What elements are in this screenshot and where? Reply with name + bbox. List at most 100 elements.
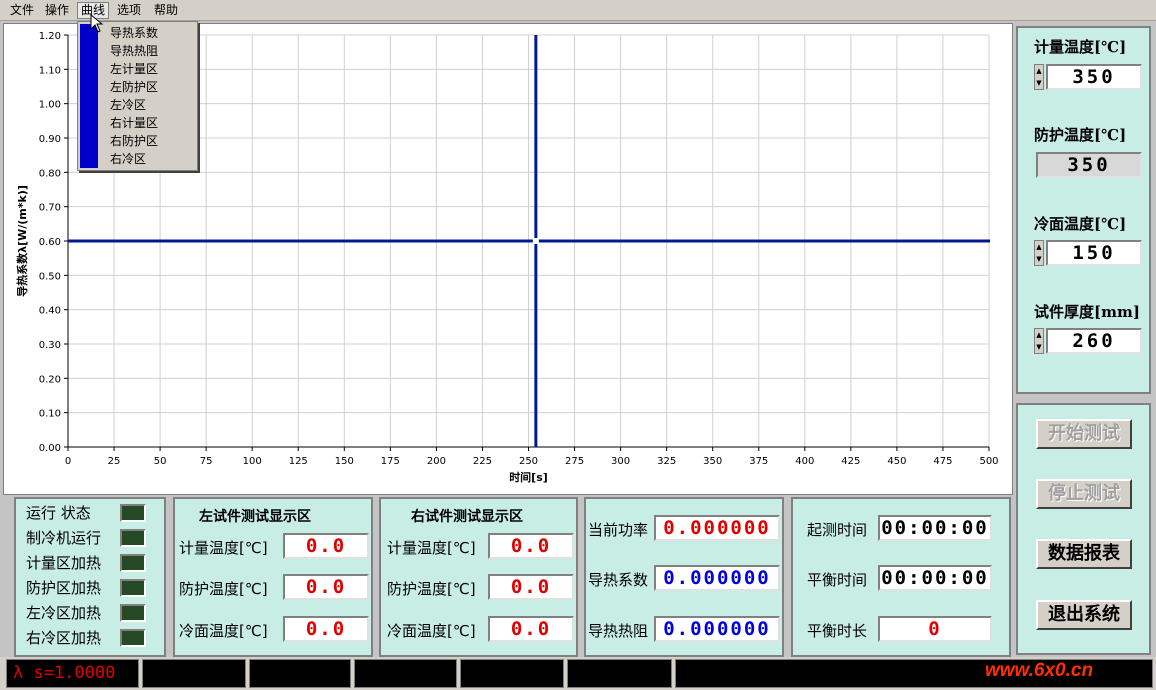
conductivity-value: 0.000000 [654,565,780,591]
conductivity-label: 导热系数 [588,571,649,589]
guard-temp-label: 防护温度[℃] [1034,126,1127,144]
x-tick-label: 400 [795,456,814,467]
left-guard-temp-label: 防护温度[℃] [179,580,268,598]
y-tick-label: 0.50 [39,271,61,282]
y-tick-label: 0.70 [39,203,61,214]
x-tick-label: 325 [657,456,676,467]
right-meter-temp-value: 0.0 [488,533,574,559]
y-tick-label: 0.60 [39,237,61,248]
right-meter-temp-label: 计量温度[℃] [387,539,476,557]
y-tick-label: 1.00 [39,100,61,111]
y-tick-label: 0.20 [39,374,61,385]
chiller-label: 制冷机运行 [26,529,102,547]
exit-system-button[interactable]: 退出系统 [1036,600,1132,630]
curve-item-left-meter[interactable]: 左计量区 [110,60,158,78]
right-guard-temp-value: 0.0 [488,574,574,600]
y-tick-label: 1.20 [39,31,61,42]
left-cold-temp-label: 冷面温度[℃] [179,622,268,640]
watermark: www.6x0.cn [985,660,1094,681]
right-sample-title: 右试件测试显示区 [411,509,523,525]
balance-duration-label: 平衡时长 [807,622,868,640]
status-bar: λ s=1.0000 [0,657,1156,690]
balance-duration-value: 0 [878,616,992,642]
guard-heat-led [120,579,146,597]
left-cold-heat-led [120,604,146,622]
menu-file[interactable]: 文件 [7,2,37,19]
timing-panel: 起测时间 00:00:00 平衡时间 00:00:00 平衡时长 0 [791,497,1011,657]
guard-heat-label: 防护区加热 [26,579,102,597]
right-cold-heat-label: 右冷区加热 [26,629,102,647]
menu-options[interactable]: 选项 [114,2,144,19]
power-value: 0.000000 [654,515,780,541]
right-cold-temp-label: 冷面温度[℃] [387,622,476,640]
x-tick-label: 0 [65,456,71,467]
button-panel: 开始测试 停止测试 数据报表 退出系统 [1016,403,1151,655]
left-sample-panel: 左试件测试显示区 计量温度[℃] 0.0 防护温度[℃] 0.0 冷面温度[℃]… [173,497,373,657]
curve-item-right-meter[interactable]: 右计量区 [110,114,158,132]
status-cell-3 [249,659,351,688]
x-tick-label: 425 [841,456,860,467]
curve-item-left-guard[interactable]: 左防护区 [110,78,158,96]
left-cold-heat-label: 左冷区加热 [26,604,102,622]
start-test-button[interactable]: 开始测试 [1036,419,1132,449]
cold-temp-spinner[interactable]: ▲ ▼ [1034,240,1044,266]
x-tick-label: 450 [887,456,906,467]
meter-temp-spinner[interactable]: ▲ ▼ [1034,64,1044,90]
power-label: 当前功率 [588,521,649,539]
x-tick-label: 275 [565,456,584,467]
meter-temp-label: 计量温度[℃] [1034,38,1127,56]
balance-time-value: 00:00:00 [878,565,992,591]
run-status-panel: 运行 状态 制冷机运行 计量区加热 防护区加热 左冷区加热 右冷区加热 [14,497,166,657]
x-tick-label: 100 [243,456,262,467]
menu-help[interactable]: 帮助 [151,2,181,19]
x-tick-label: 200 [427,456,446,467]
x-tick-label: 500 [979,456,998,467]
menu-operate[interactable]: 操作 [42,2,72,19]
meter-heat-led [120,554,146,572]
curve-item-left-cold[interactable]: 左冷区 [110,96,146,114]
x-tick-label: 250 [519,456,538,467]
y-tick-label: 0.80 [39,168,61,179]
curve-item-thermal-conductivity[interactable]: 导热系数 [110,24,158,42]
thickness-spinner[interactable]: ▲ ▼ [1034,328,1044,354]
x-tick-label: 375 [749,456,768,467]
thickness-input[interactable]: 260 [1046,328,1142,354]
y-tick-label: 1.10 [39,65,61,76]
run-status-led [120,504,146,522]
stop-test-button[interactable]: 停止测试 [1036,479,1132,509]
x-tick-label: 300 [611,456,630,467]
x-tick-label: 475 [933,456,952,467]
x-tick-label: 75 [200,456,213,467]
meter-temp-input[interactable]: 350 [1046,64,1142,90]
resistance-label: 导热热阻 [588,622,649,640]
left-cold-temp-value: 0.0 [283,616,369,642]
curve-item-right-guard[interactable]: 右防护区 [110,132,158,150]
thickness-label: 试件厚度[mm] [1034,303,1140,321]
menu-bar: 文件 操作 曲线 选项 帮助 [0,0,1156,21]
status-cell-6 [567,659,672,688]
curve-item-thermal-resistance[interactable]: 导热热阻 [110,42,158,60]
left-meter-temp-value: 0.0 [283,533,369,559]
status-cell-2 [142,659,246,688]
x-tick-label: 125 [289,456,308,467]
guard-temp-display: 350 [1036,152,1142,178]
meter-heat-label: 计量区加热 [26,554,102,572]
cold-temp-input[interactable]: 150 [1046,240,1142,266]
y-tick-label: 0.90 [39,134,61,145]
right-sample-panel: 右试件测试显示区 计量温度[℃] 0.0 防护温度[℃] 0.0 冷面温度[℃]… [379,497,578,657]
curve-item-right-cold[interactable]: 右冷区 [110,150,146,168]
y-tick-label: 0.30 [39,340,61,351]
run-status-title: 运行 状态 [26,504,91,522]
left-guard-temp-value: 0.0 [283,574,369,600]
resistance-value: 0.000000 [654,616,780,642]
status-cell-4 [354,659,457,688]
parameter-panel: 计量温度[℃] ▲ ▼ 350 防护温度[℃] 350 冷面温度[℃] ▲ ▼ 15… [1016,26,1151,394]
y-tick-label: 0.40 [39,306,61,317]
left-meter-temp-label: 计量温度[℃] [179,539,268,557]
balance-time-label: 平衡时间 [807,571,868,589]
right-cold-heat-led [120,629,146,647]
x-tick-label: 25 [108,456,121,467]
data-report-button[interactable]: 数据报表 [1036,539,1132,569]
status-cell-5 [460,659,564,688]
chiller-led [120,529,146,547]
